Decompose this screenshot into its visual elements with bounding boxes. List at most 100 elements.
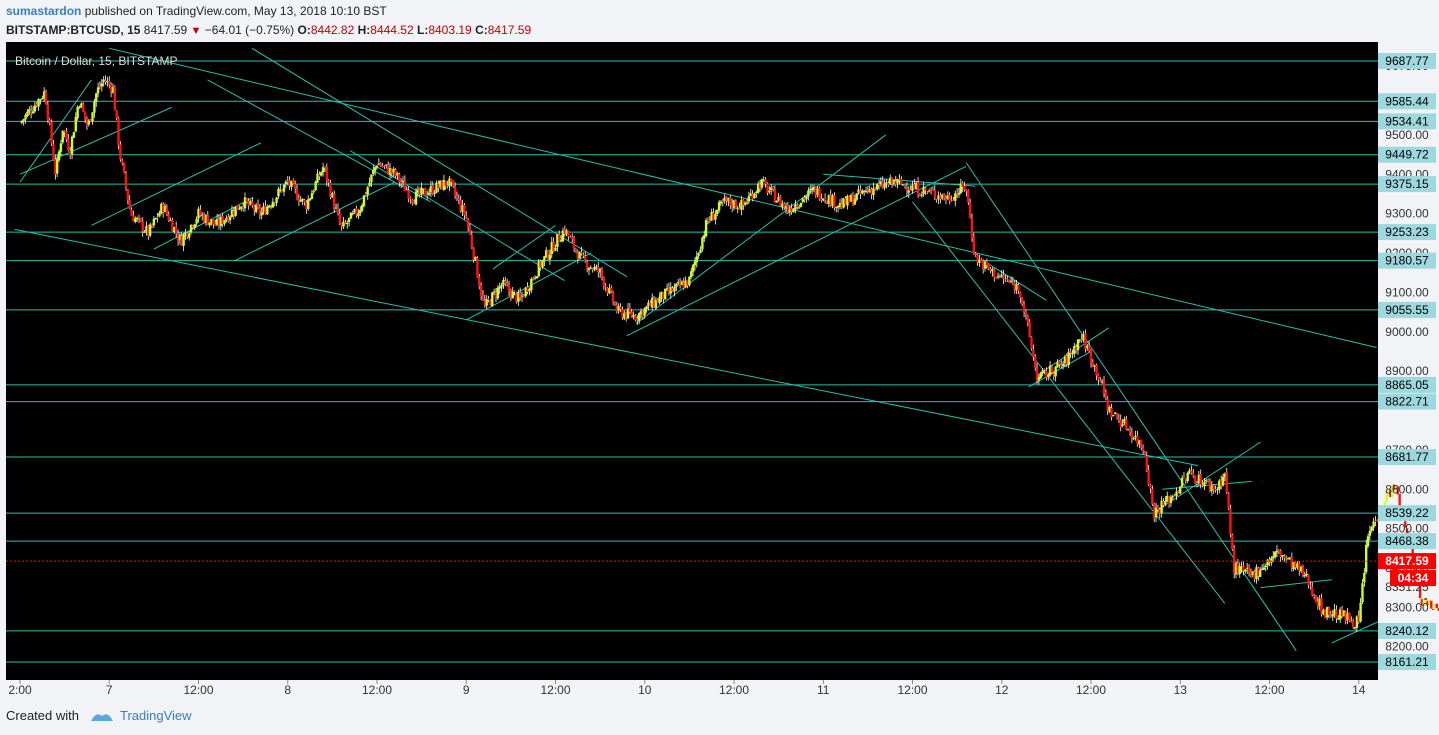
candle-down — [1190, 470, 1193, 474]
candlestick-chart[interactable]: 9675.009500.009400.009300.009200.009100.… — [0, 0, 1439, 735]
candle-down — [463, 204, 466, 216]
candle-up — [691, 264, 695, 272]
candle-down — [1089, 350, 1093, 363]
candle-down — [333, 193, 336, 210]
candle-up — [491, 292, 494, 306]
candle-up — [530, 278, 533, 291]
level-label: 9585.44 — [1385, 94, 1429, 108]
candle-up — [675, 283, 678, 288]
tradingview-link[interactable]: TradingView — [120, 708, 192, 723]
time-tick-label: 2:00 — [8, 683, 32, 697]
candle-up — [95, 93, 98, 103]
candle-down — [963, 185, 966, 190]
candle-down — [900, 178, 903, 185]
time-tick-label: 14 — [1352, 683, 1366, 697]
candle-down — [1229, 508, 1232, 535]
candle-down — [504, 281, 507, 284]
candle-down — [796, 205, 799, 208]
candle-up — [673, 286, 676, 292]
time-tick-label: 12:00 — [897, 683, 927, 697]
candle-down — [1026, 315, 1029, 323]
candle-up — [637, 313, 641, 321]
candle-up — [805, 196, 808, 200]
candle-up — [690, 271, 693, 277]
candle-down — [424, 188, 427, 196]
tradingview-logo-icon[interactable] — [89, 710, 115, 724]
candle-up — [907, 190, 910, 193]
candle-down — [1021, 298, 1024, 305]
candle-up — [193, 224, 196, 228]
candle-up — [61, 130, 64, 143]
candle-up — [704, 219, 708, 237]
candle-down — [924, 187, 927, 191]
candle-down — [1141, 448, 1145, 451]
candle-down — [1019, 291, 1022, 299]
candle-down — [126, 189, 130, 201]
candle-up — [799, 202, 803, 207]
candle-down — [1309, 585, 1312, 587]
candle-down — [478, 276, 481, 287]
candle-up — [1273, 551, 1277, 558]
candle-down — [734, 200, 738, 209]
footer: Created with TradingView — [6, 708, 192, 724]
candle-down — [1307, 574, 1310, 586]
candle-down — [968, 202, 972, 219]
candle-down — [121, 160, 124, 164]
time-tick-label: 12:00 — [719, 683, 749, 697]
time-tick-label: 12 — [995, 683, 1009, 697]
candle-down — [1199, 474, 1202, 485]
time-tick-label: 12:00 — [183, 683, 213, 697]
candle-up — [1009, 280, 1013, 282]
candle-up — [346, 222, 349, 224]
candle-down — [379, 163, 382, 166]
candle-up — [1221, 477, 1225, 486]
candle-down — [602, 277, 606, 287]
current-price-marker: 8417.59 04:34 — [6, 553, 1436, 587]
candle-down — [613, 303, 617, 305]
candle-down — [1017, 284, 1020, 291]
candle-down — [967, 190, 970, 203]
price-tick-label: 8900.00 — [1385, 364, 1429, 378]
candle-down — [926, 191, 929, 193]
time-ticks: 2:00 7 12:00 8 12:00 9 12:00 10 12:00 11 12:00 12 12… — [8, 680, 1366, 697]
candle-down — [115, 110, 118, 119]
candle-up — [496, 287, 500, 299]
candle-up — [701, 237, 704, 250]
candle-up — [664, 288, 667, 300]
candle-up — [714, 214, 717, 220]
price-tick-label: 8300.00 — [1385, 600, 1429, 614]
candle-down — [403, 180, 407, 191]
candle-up — [314, 181, 317, 191]
candle-up — [143, 231, 146, 233]
candle-down — [411, 199, 414, 203]
candle-up — [182, 234, 185, 246]
price-tick-label: 8200.00 — [1385, 640, 1429, 654]
candle-down — [1097, 374, 1100, 380]
candle-down — [1087, 345, 1091, 351]
time-tick-label: 11 — [817, 683, 830, 697]
price-tick-label: 9100.00 — [1385, 285, 1429, 299]
candle-up — [697, 253, 700, 256]
candle-up — [375, 165, 379, 168]
candle-up — [368, 182, 371, 187]
candle-down — [1104, 392, 1108, 398]
candle-up — [414, 191, 418, 205]
candle-down — [1050, 366, 1054, 373]
candle-up — [55, 159, 59, 174]
candle-up — [266, 206, 269, 215]
time-tick-label: 12:00 — [540, 683, 570, 697]
level-label: 8539.22 — [1385, 506, 1429, 520]
candle-up — [554, 247, 557, 251]
candle-down — [1143, 451, 1147, 455]
candle-down — [1102, 380, 1106, 394]
candle-down — [137, 216, 141, 218]
candle-up — [282, 184, 286, 192]
price-tick-label: 9300.00 — [1385, 207, 1429, 221]
candles — [20, 75, 1439, 633]
candle-up — [645, 306, 648, 309]
candle-down — [507, 285, 511, 292]
candle-down — [1435, 603, 1439, 608]
candle-up — [957, 192, 961, 195]
candle-up — [238, 208, 241, 210]
candle-up — [427, 192, 431, 195]
